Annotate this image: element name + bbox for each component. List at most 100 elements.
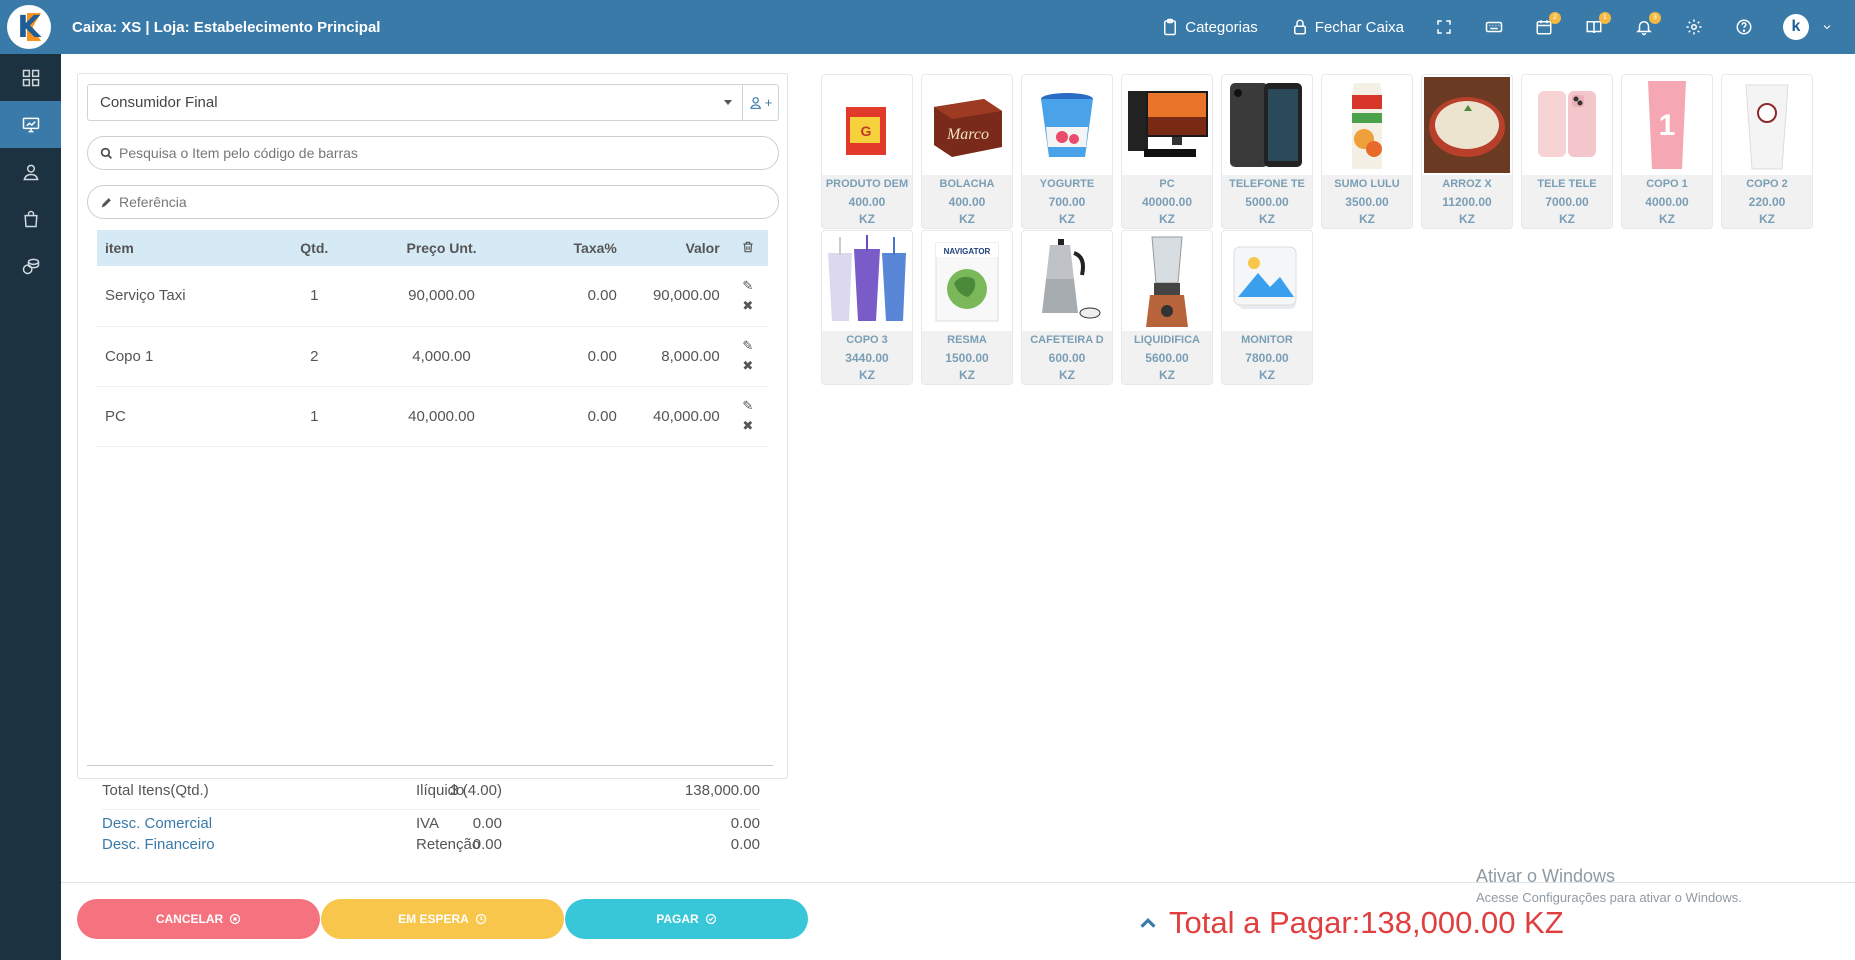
reference-field[interactable]: [87, 185, 779, 219]
hold-label: EM ESPERA: [398, 912, 469, 926]
product-card[interactable]: COPO 2 220.00 KZ: [1721, 74, 1813, 229]
product-card[interactable]: Marco BOLACHA 400.00 KZ: [921, 74, 1013, 229]
product-card[interactable]: CAFETEIRA D 600.00 KZ: [1021, 230, 1113, 385]
sidebar: [0, 54, 61, 960]
barcode-search[interactable]: [87, 136, 779, 170]
keyboard-button[interactable]: [1483, 16, 1505, 38]
sidebar-item-clients[interactable]: [0, 148, 61, 195]
edit-icon[interactable]: ✎: [742, 399, 753, 413]
product-card[interactable]: ARROZ X 11200.00 KZ: [1421, 74, 1513, 229]
top-bar: K Caixa: XS | Loja: Estabelecimento Prin…: [0, 0, 1855, 54]
svg-text:G: G: [861, 123, 872, 139]
col-tax: Taxa%: [573, 240, 617, 256]
user-menu[interactable]: k: [1783, 14, 1833, 40]
bell-badge: 3: [1649, 12, 1661, 24]
product-name: LIQUIDIFICA: [1134, 334, 1200, 346]
white-cup-icon: [1745, 84, 1789, 170]
col-value: Valor: [685, 240, 720, 256]
product-name: BOLACHA: [939, 178, 995, 190]
rice-bowl-icon: [1424, 77, 1510, 173]
product-price: 1500.00: [945, 351, 989, 365]
delete-icon[interactable]: ✖: [742, 298, 753, 313]
edit-icon[interactable]: ✎: [742, 278, 753, 293]
row-item: Copo 1: [105, 347, 154, 365]
product-currency: KZ: [859, 368, 875, 382]
table-row: PC 1 40,000.00 0.00 40,000.00 ✎ ✖: [97, 386, 768, 446]
watermark-line1: Ativar o Windows: [1476, 866, 1616, 886]
delete-icon[interactable]: ✖: [742, 359, 753, 373]
product-price: 40000.00: [1141, 195, 1193, 209]
barcode-search-input[interactable]: [119, 145, 778, 161]
svg-text:Marco: Marco: [946, 126, 989, 143]
page-title: Caixa: XS | Loja: Estabelecimento Princi…: [72, 18, 381, 36]
product-name: COPO 1: [1646, 178, 1688, 190]
product-card[interactable]: LIQUIDIFICA 5600.00 KZ: [1121, 230, 1213, 385]
row-tax: 0.00: [587, 347, 617, 365]
clipboard-icon: [1164, 18, 1177, 36]
table-row: Copo 1 2 4,000.00 0.00 8,000.00 ✎ ✖: [97, 326, 768, 386]
product-card[interactable]: TELE TELE 7000.00 KZ: [1521, 74, 1613, 229]
product-currency: KZ: [1159, 368, 1175, 382]
product-price: 5600.00: [1145, 351, 1189, 365]
client-select[interactable]: Consumidor Final +: [87, 84, 779, 121]
check-circle-icon: [705, 913, 716, 925]
product-card[interactable]: COPO 3 3440.00 KZ: [821, 230, 913, 385]
biscuit-box-icon: Marco: [934, 99, 1002, 157]
product-card[interactable]: YOGURTE 700.00 KZ: [1021, 74, 1113, 229]
net-label: Ilíquido: [416, 782, 465, 799]
product-currency: KZ: [1059, 368, 1075, 382]
product-name: PRODUTO DEM: [825, 178, 909, 190]
categories-button[interactable]: Categorias: [1161, 18, 1258, 36]
edit-icon[interactable]: ✎: [742, 339, 753, 353]
windows-activation-watermark: Ativar o Windows Acesse Configurações pa…: [1476, 866, 1742, 905]
product-card[interactable]: MONITOR 7800.00 KZ: [1221, 230, 1313, 385]
calendar-button[interactable]: 2: [1533, 12, 1561, 38]
pay-button[interactable]: PAGAR: [565, 899, 808, 939]
product-card[interactable]: TELEFONE TE 5000.00 KZ: [1221, 74, 1313, 229]
image-placeholder-icon: [1233, 246, 1297, 309]
row-tax: 0.00: [587, 287, 617, 305]
commercial-discount-link[interactable]: Desc. Comercial: [102, 815, 212, 832]
app-logo[interactable]: K: [7, 5, 51, 49]
product-name: TELE TELE: [1537, 178, 1597, 190]
cancel-button[interactable]: CANCELAR: [77, 899, 320, 939]
total-value: 138,000.00 KZ: [1360, 905, 1564, 940]
sidebar-item-pos[interactable]: [0, 101, 61, 148]
table-row: Serviço Taxi 1 90,000.00 0.00 90,000.00 …: [97, 266, 768, 326]
book-button[interactable]: 1: [1583, 12, 1611, 38]
product-currency: KZ: [1059, 212, 1075, 226]
product-currency: KZ: [859, 212, 875, 226]
product-card[interactable]: NAVIGATOR RESMA 1500.00 KZ: [921, 230, 1013, 385]
calendar-badge: 2: [1549, 12, 1561, 24]
clear-all-button[interactable]: [728, 230, 768, 266]
sidebar-item-products[interactable]: [0, 195, 61, 242]
product-card[interactable]: SUMO LULU 3500.00 KZ: [1321, 74, 1413, 229]
help-button[interactable]: [1733, 16, 1755, 38]
product-price: 3500.00: [1345, 195, 1389, 209]
chevron-down-icon: [1823, 25, 1831, 30]
pink-cup-icon: 1: [1648, 81, 1686, 169]
add-client-button[interactable]: +: [742, 85, 778, 120]
product-card[interactable]: 1 COPO 1 4000.00 KZ: [1621, 74, 1713, 229]
product-name: RESMA: [947, 334, 987, 346]
row-item: Serviço Taxi: [105, 287, 186, 305]
delete-icon[interactable]: ✖: [742, 419, 753, 433]
product-price: 7000.00: [1545, 195, 1589, 209]
shopping-bag-icon: [23, 210, 38, 227]
product-name: SUMO LULU: [1334, 178, 1400, 190]
fullscreen-button[interactable]: [1433, 16, 1455, 38]
notifications-button[interactable]: 3: [1633, 12, 1661, 38]
row-tax: 0.00: [587, 407, 617, 425]
product-card[interactable]: G PRODUTO DEM 400.00 KZ: [821, 74, 913, 229]
settings-button[interactable]: [1683, 16, 1705, 38]
hold-button[interactable]: EM ESPERA: [321, 899, 564, 939]
close-register-button[interactable]: Fechar Caixa: [1291, 18, 1404, 36]
product-card[interactable]: PC 40000.00 KZ: [1121, 74, 1213, 229]
sidebar-item-finance[interactable]: [0, 242, 61, 289]
row-item: PC: [105, 407, 126, 425]
reference-input[interactable]: [119, 194, 778, 210]
chevron-up-icon[interactable]: [1137, 912, 1159, 934]
sidebar-item-dashboard[interactable]: [0, 54, 61, 101]
product-currency: KZ: [959, 212, 975, 226]
financial-discount-link[interactable]: Desc. Financeiro: [102, 836, 215, 853]
